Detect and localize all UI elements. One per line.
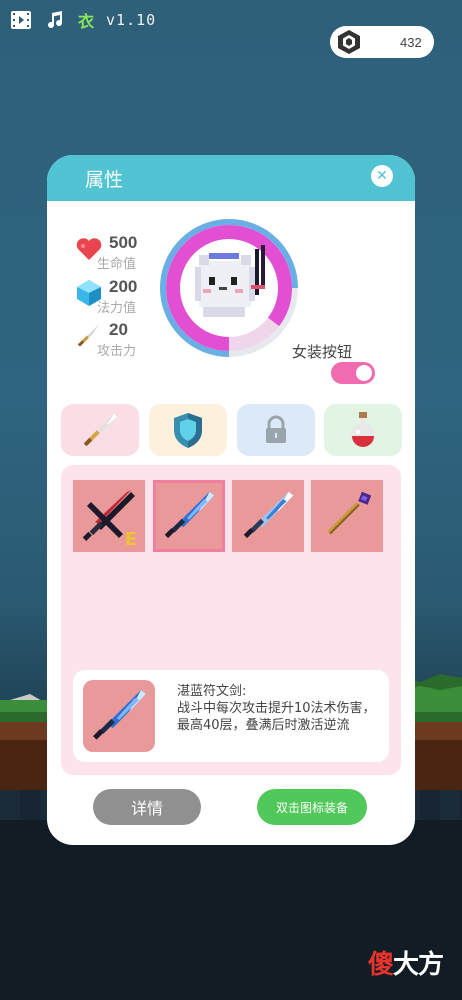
music-note-icon[interactable] bbox=[44, 9, 66, 31]
watermark-logo: 傻大方 bbox=[368, 950, 444, 980]
tab-weapons[interactable] bbox=[61, 404, 139, 456]
item-detail-card: 湛蓝符文剑: 战斗中每次攻击提升10法术伤害，最高40层，叠满后时激活逆流 bbox=[73, 670, 389, 762]
inventory-slot[interactable] bbox=[311, 480, 383, 552]
shield-icon bbox=[174, 413, 202, 448]
dialog-title: 属性 bbox=[85, 168, 124, 191]
stat-attack: 20 攻击力 bbox=[75, 320, 136, 359]
lock-icon bbox=[266, 415, 286, 443]
attributes-dialog: 属性 ✕ 500 生命值 200 法力值 20 攻击力 女装按钮 E 湛蓝符文剑… bbox=[47, 155, 415, 845]
stat-mana-label: 法力值 bbox=[97, 301, 137, 316]
character-portrait bbox=[160, 219, 298, 357]
stat-health: 500 生命值 bbox=[75, 233, 138, 272]
stat-attack-value: 20 bbox=[109, 320, 128, 339]
stat-mana-value: 200 bbox=[109, 277, 138, 296]
gem-icon bbox=[338, 30, 360, 54]
version-label: v1.10 bbox=[106, 11, 157, 29]
tab-potions[interactable] bbox=[324, 404, 402, 456]
tab-armor[interactable] bbox=[149, 404, 227, 456]
dialog-header: 属性 bbox=[47, 155, 415, 201]
equip-button[interactable]: 双击图标装备 bbox=[257, 789, 367, 825]
gem-currency: 432 bbox=[330, 26, 434, 58]
item-detail-icon bbox=[83, 680, 155, 752]
stat-mana: 200 法力值 bbox=[75, 277, 138, 316]
sword-icon bbox=[83, 414, 117, 447]
stat-health-label: 生命值 bbox=[97, 257, 137, 272]
item-detail-text: 湛蓝符文剑: 战斗中每次攻击提升10法术伤害，最高40层，叠满后时激活逆流 bbox=[177, 684, 376, 733]
film-icon[interactable] bbox=[10, 9, 32, 31]
inventory-panel: E 湛蓝符文剑: 战斗中每次攻击提升10法术伤害，最高40层，叠满后时激活逆流 bbox=[61, 465, 401, 775]
tab-locked[interactable] bbox=[237, 404, 315, 456]
rune-blue-sword-icon bbox=[164, 491, 215, 539]
inventory-slot[interactable]: E bbox=[73, 480, 145, 552]
ice-sword-icon bbox=[243, 491, 294, 539]
close-button[interactable]: ✕ bbox=[371, 165, 393, 187]
purple-staff-icon bbox=[327, 491, 372, 535]
rune-blue-sword-icon bbox=[93, 690, 146, 740]
stat-health-value: 500 bbox=[109, 233, 138, 252]
detail-button[interactable]: 详情 bbox=[93, 789, 201, 825]
close-icon: ✕ bbox=[376, 168, 388, 184]
gem-count: 432 bbox=[400, 34, 422, 50]
stat-attack-label: 攻击力 bbox=[97, 344, 137, 359]
inventory-slot-selected[interactable] bbox=[153, 480, 225, 552]
crossdress-toggle-label: 女装按钮 bbox=[292, 343, 353, 361]
toggle-knob bbox=[356, 365, 372, 381]
top-status-bar: 衣 v1.10 bbox=[10, 8, 156, 32]
equipped-mark: E bbox=[124, 529, 137, 550]
inventory-slot[interactable] bbox=[232, 480, 304, 552]
outfit-button[interactable]: 衣 bbox=[78, 8, 94, 32]
potion-icon bbox=[351, 412, 375, 447]
crossdress-toggle[interactable] bbox=[331, 362, 375, 384]
